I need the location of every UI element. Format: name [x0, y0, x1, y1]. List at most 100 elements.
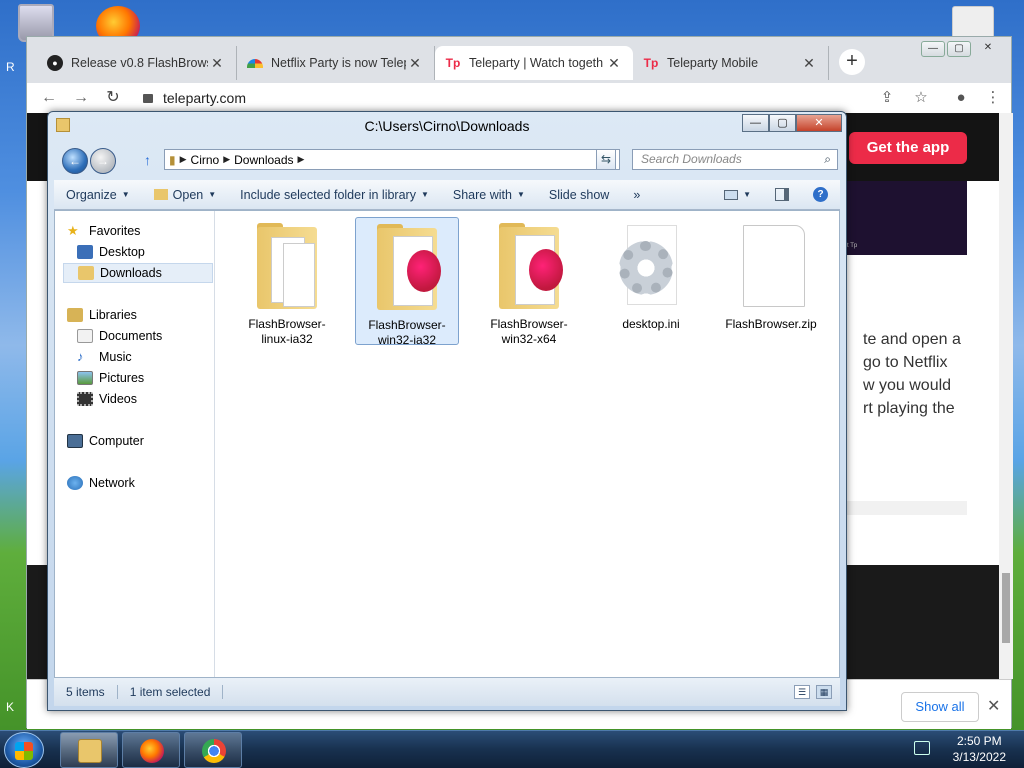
- chevron-down-icon: ▼: [121, 190, 130, 199]
- tab-netflix-party[interactable]: Netflix Party is now Telep ✕: [237, 46, 435, 80]
- tab-title: Teleparty | Watch togeth: [469, 56, 604, 70]
- include-in-library-button[interactable]: Include selected folder in library ▼: [228, 188, 441, 202]
- close-button[interactable]: ✕: [973, 41, 1003, 57]
- file-item[interactable]: desktop.ini: [599, 217, 703, 345]
- clock[interactable]: 2:50 PM 3/13/2022: [953, 733, 1006, 765]
- forward-button[interactable]: →: [90, 148, 116, 174]
- preview-pane-button[interactable]: [763, 188, 801, 201]
- taskbar-firefox[interactable]: [122, 732, 180, 768]
- nav-pictures[interactable]: Pictures: [77, 368, 223, 388]
- refresh-button[interactable]: ⇆: [596, 149, 616, 170]
- change-view-button[interactable]: ▼: [712, 189, 763, 200]
- network-tray-icon[interactable]: [914, 741, 930, 755]
- nav-network[interactable]: Network: [67, 473, 213, 493]
- nav-documents[interactable]: Documents: [77, 326, 223, 346]
- menu-icon[interactable]: ⋮: [983, 88, 1003, 108]
- address-bar[interactable]: teleparty.com: [143, 85, 873, 111]
- large-icons-view-icon[interactable]: ▦: [816, 685, 832, 699]
- minimize-button[interactable]: —: [742, 114, 769, 132]
- minimize-button[interactable]: —: [921, 41, 945, 57]
- nav-music[interactable]: ♪ Music: [77, 347, 223, 367]
- chevron-down-icon: ▼: [208, 190, 217, 199]
- tab-close-icon[interactable]: ✕: [406, 55, 424, 72]
- zip-file-icon: [731, 223, 811, 309]
- vertical-scrollbar[interactable]: [999, 113, 1013, 679]
- show-all-button[interactable]: Show all: [901, 692, 979, 722]
- up-arrow-icon[interactable]: ↑: [144, 152, 151, 168]
- item-count: 5 items: [54, 685, 118, 699]
- slide-show-button[interactable]: Slide show: [537, 188, 621, 202]
- horizontal-scrollbar[interactable]: [827, 501, 967, 515]
- new-tab-button[interactable]: +: [839, 49, 865, 75]
- open-button[interactable]: Open ▼: [142, 188, 229, 202]
- profile-icon[interactable]: ●: [951, 88, 971, 108]
- nav-favorites[interactable]: ★ Favorites: [67, 221, 213, 241]
- clock-date: 3/13/2022: [952, 750, 1006, 764]
- search-icon[interactable]: ⌕: [824, 150, 831, 169]
- start-button[interactable]: [4, 732, 44, 768]
- maximize-button[interactable]: ▢: [947, 41, 971, 57]
- view-toggles: ☰ ▦: [794, 685, 832, 699]
- desktop-icon: [77, 245, 93, 259]
- breadcrumb-separator-icon[interactable]: ▶: [298, 154, 305, 165]
- tab-close-icon[interactable]: ✕: [800, 55, 818, 72]
- tab-close-icon[interactable]: ✕: [605, 55, 623, 72]
- share-icon[interactable]: ⇪: [877, 88, 897, 108]
- downloads-folder-icon: [78, 266, 94, 280]
- tab-close-icon[interactable]: ✕: [208, 55, 226, 72]
- address-bar[interactable]: ▮ ▶ Cirno ▶ Downloads ▶ ▼: [164, 149, 620, 170]
- nav-desktop[interactable]: Desktop: [77, 242, 223, 262]
- breadcrumb-separator-icon[interactable]: ▶: [223, 154, 230, 165]
- close-button[interactable]: ✕: [796, 114, 842, 132]
- file-item[interactable]: FlashBrowser-win32-x64: [477, 217, 581, 346]
- tab-teleparty-watch[interactable]: Tp Teleparty | Watch togeth ✕: [435, 46, 633, 80]
- forward-button[interactable]: →: [71, 88, 91, 108]
- nav-computer[interactable]: Computer: [67, 431, 213, 451]
- file-name: FlashBrowser-win32-x64: [490, 317, 568, 346]
- video-thumbnail[interactable]: pport Tp: [827, 181, 967, 255]
- breadcrumb-downloads[interactable]: Downloads: [230, 153, 297, 167]
- nav-videos[interactable]: Videos: [77, 389, 223, 409]
- bookmark-star-icon[interactable]: ☆: [911, 88, 931, 108]
- nav-libraries[interactable]: Libraries: [67, 305, 213, 325]
- maximize-button[interactable]: ▢: [769, 114, 796, 132]
- nav-label: Music: [99, 350, 132, 364]
- tab-github-release[interactable]: ● Release v0.8 FlashBrowse ✕: [37, 46, 237, 80]
- taskbar-explorer[interactable]: [60, 732, 118, 768]
- organize-button[interactable]: Organize ▼: [54, 188, 142, 202]
- back-button[interactable]: ←: [39, 88, 59, 108]
- breadcrumb-separator-icon[interactable]: ▶: [180, 154, 187, 165]
- tab-title: Teleparty Mobile: [667, 56, 759, 70]
- taskbar: 2:50 PM 3/13/2022: [0, 730, 1024, 768]
- tab-strip: ● Release v0.8 FlashBrowse ✕ Netflix Par…: [27, 37, 1011, 83]
- file-name: desktop.ini: [622, 317, 680, 331]
- nav-downloads[interactable]: Downloads: [63, 263, 213, 283]
- details-view-icon[interactable]: ☰: [794, 685, 810, 699]
- downloads-close-icon[interactable]: ✕: [987, 696, 1000, 716]
- page-text-line: te and open a: [863, 331, 961, 348]
- folder-icon: [78, 739, 102, 763]
- nav-label: Videos: [99, 392, 137, 406]
- github-icon: ●: [47, 55, 63, 71]
- file-item-selected[interactable]: FlashBrowser-win32-ia32: [355, 217, 459, 347]
- command-bar: Organize ▼ Open ▼ Include selected folder …: [54, 180, 840, 210]
- breadcrumb-cirno[interactable]: Cirno: [187, 153, 224, 167]
- back-button[interactable]: ←: [62, 148, 88, 174]
- more-commands-button[interactable]: »: [621, 188, 652, 202]
- chevron-down-icon: ▼: [516, 190, 525, 199]
- get-the-app-button[interactable]: Get the app: [849, 132, 967, 164]
- file-item[interactable]: FlashBrowser-linux-ia32: [235, 217, 339, 346]
- reload-button[interactable]: ↻: [103, 88, 123, 108]
- tab-teleparty-mobile[interactable]: Tp Teleparty Mobile ✕: [633, 46, 829, 80]
- file-item[interactable]: FlashBrowser.zip: [719, 217, 823, 345]
- share-with-button[interactable]: Share with ▼: [441, 188, 537, 202]
- star-icon: ★: [67, 223, 79, 238]
- omnibox-bar: ← → ↻ teleparty.com ⇪ ☆ ● ⋮: [27, 83, 1011, 113]
- search-input[interactable]: Search Downloads ⌕: [632, 149, 838, 170]
- scrollbar-thumb[interactable]: [1002, 573, 1010, 643]
- rainbow-icon: [247, 58, 263, 68]
- folder-icon: [489, 223, 569, 309]
- url-text: teleparty.com: [163, 90, 246, 106]
- help-button[interactable]: ?: [801, 187, 840, 202]
- taskbar-chrome[interactable]: [184, 732, 242, 768]
